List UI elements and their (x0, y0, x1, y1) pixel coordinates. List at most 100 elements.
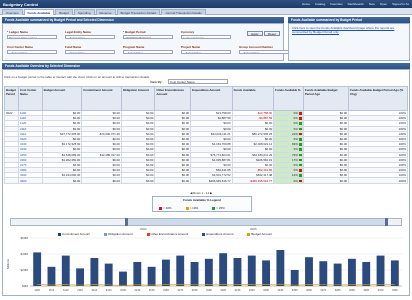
bar (347, 258, 356, 286)
col-obligation[interactable]: Obligation Amount (120, 86, 156, 111)
x-tick-label: 3240 (277, 288, 283, 292)
bar (61, 255, 70, 286)
program-name-label: Program Name (123, 45, 145, 49)
cost-center-select[interactable]: -- Select Value -- (7, 50, 57, 54)
flag-red-icon (159, 206, 162, 210)
col-period-ago[interactable]: Funds Available Budget Period Ago (302, 86, 350, 111)
program-name-select[interactable]: -- Select Value -- (123, 50, 173, 54)
funds-table: Budget Period Cost Center Name Budget Am… (4, 86, 408, 184)
x-tick-label: 1100 (34, 288, 40, 292)
tab-revenue[interactable]: Revenue (95, 9, 116, 15)
table-pager[interactable]: ◀ Rows 1 - 14 ▶ (190, 191, 212, 195)
table-cell: 100% (348, 177, 408, 184)
tab-spending[interactable]: Spending (73, 9, 95, 15)
status-flag-icon (298, 179, 302, 183)
funds-bar-chart: $60M $40M $20M $0M Millions 1100 1110 1120 2110 3… (6, 236, 402, 292)
reset-button[interactable]: Reset (264, 31, 280, 36)
nav-dashboards[interactable]: Dashboards (348, 2, 364, 6)
tab-funds-available[interactable]: Funds Available (23, 9, 55, 15)
bar (161, 259, 170, 286)
range-selection[interactable] (126, 219, 386, 225)
indicator-legend: Funds Available % Legend < 10% > 10% > 2… (152, 196, 252, 212)
project-name-select[interactable]: -- Select Value -- (181, 50, 231, 54)
bar (147, 266, 156, 286)
status-flag-icon (298, 148, 302, 151)
view-by-select[interactable]: Cost Center Name (168, 79, 228, 84)
x-tick-label: 3150 (149, 288, 155, 292)
bar (204, 258, 213, 286)
status-flag-icon (298, 169, 302, 172)
top-nav: Home Catalog Favorites Dashboards New Op… (302, 2, 409, 6)
col-commitment[interactable]: Commitment Amount (81, 86, 122, 111)
table-cell[interactable]: $0.00 (41, 177, 83, 184)
col-budget-period[interactable]: Budget Period (4, 86, 19, 111)
budget-period-label: * Budget Period (123, 30, 146, 34)
x-tick-label: 3140 (134, 288, 140, 292)
x-tick-label: 3250 (292, 288, 298, 292)
flag-amber-icon (185, 206, 189, 210)
bar (76, 268, 85, 286)
tab-budget[interactable]: Budget (55, 9, 73, 15)
rpanel-link[interactable]: Click here to view the Funds Available d… (292, 26, 408, 34)
y-tick-label: $40M (20, 252, 28, 256)
x-tick-label: 3260 (306, 288, 312, 292)
rpanel: Click here to view the Funds Available d… (288, 23, 410, 61)
col-period-ago-chg[interactable]: Funds Available Budget Period Ago (% Chg… (348, 86, 408, 111)
ledger-name-label: * Ledger Name (7, 30, 29, 34)
nav-signed-in[interactable]: Signed In As (392, 2, 409, 6)
status-flag-icon (298, 132, 302, 136)
bar (290, 270, 299, 286)
col-funds-available-pct[interactable]: Funds Available % (273, 86, 304, 111)
table-cell[interactable]: $0.00 (81, 177, 122, 184)
table-cell[interactable]: $466,945,516.77 (190, 177, 233, 184)
cost-center-label: Cost Center Name (7, 45, 34, 49)
nav-catalog[interactable]: Catalog (315, 2, 325, 6)
col-expenditure[interactable]: Expenditure Amount (190, 86, 233, 111)
status-flag-icon (298, 127, 302, 131)
fund-name-select[interactable]: -- Select Value -- (65, 50, 115, 54)
col-funds-available[interactable]: Funds Available (231, 86, 275, 111)
legal-entity-label: Legal Entity Name (65, 30, 92, 34)
bar (390, 260, 399, 286)
apply-button[interactable]: Apply (247, 31, 263, 36)
status-flag-icon (298, 112, 302, 115)
table-cell[interactable]: 3200 (17, 177, 43, 184)
table-cell (4, 177, 19, 184)
bar (176, 255, 185, 286)
table-cell[interactable]: $0.00 (154, 177, 192, 184)
bar (104, 263, 113, 286)
budget-period-select[interactable]: ADOPTED BUDGET (123, 35, 173, 39)
currency-select[interactable]: Ledger Currency (181, 35, 231, 39)
x-tick-label: 3200 (220, 288, 226, 292)
ledger-name-select[interactable]: Progress State and Lo (7, 35, 57, 39)
table-cell[interactable]: $0.00 (120, 177, 156, 184)
x-tick-label: 1120 (63, 288, 69, 292)
currency-label: Currency (181, 30, 195, 34)
y-axis-label: Millions (6, 259, 10, 270)
nav-home[interactable]: Home (302, 2, 310, 6)
legend-item-high: > 25% (212, 206, 225, 210)
tab-budget-transaction-details[interactable]: Budget Transaction Details (116, 9, 161, 15)
range-handle-left[interactable] (125, 218, 128, 226)
bar (305, 257, 313, 286)
legal-entity-select[interactable]: -- Select Value -- (65, 35, 115, 39)
table-row[interactable]: 3200 $0.00 $0.00 $0.00 $0.00 $466,945,516.77-… (4, 177, 408, 184)
col-budget-amount[interactable]: Budget Amount (41, 86, 83, 111)
status-flag-icon (298, 158, 302, 162)
bar (90, 258, 99, 286)
nav-new[interactable]: New (369, 2, 375, 6)
col-cost-center[interactable]: Cost Center Name (17, 86, 43, 111)
col-other-encumbrance[interactable]: Other Encumbrance Amount (154, 86, 192, 111)
nav-open[interactable]: Open (380, 2, 387, 6)
tab-journal-transaction-details[interactable]: Journal Transaction Details (161, 9, 206, 15)
table-cell[interactable]: -$466,945,516.77 (231, 177, 275, 184)
range-handle-right[interactable] (385, 218, 388, 226)
status-flag-icon (298, 138, 302, 141)
pager-next-icon[interactable]: ▶ (209, 191, 212, 195)
range-slider[interactable] (10, 218, 402, 226)
group-account-select[interactable]: -- Select Value -- (239, 50, 289, 54)
nav-favorites[interactable]: Favorites (330, 2, 342, 6)
bar (33, 252, 42, 286)
tab-overview[interactable]: Overview (2, 9, 23, 15)
status-flag-icon (298, 117, 302, 120)
